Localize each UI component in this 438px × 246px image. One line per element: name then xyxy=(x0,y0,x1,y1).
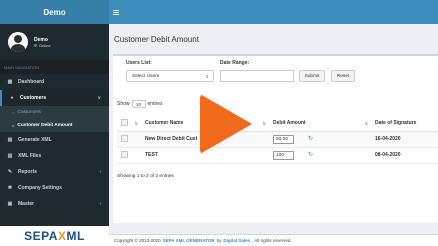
sidebar-item-generate-xml[interactable]: ▤ Generate XML xyxy=(0,132,109,148)
user-panel: Demo Online xyxy=(0,24,109,60)
entries-length: Show 10 entries xyxy=(117,100,163,108)
sidebar-item-label: Generate XML xyxy=(18,137,52,143)
master-icon: ▣ xyxy=(7,201,13,207)
select-all-checkbox[interactable] xyxy=(121,118,128,126)
sidebar-item-xml-files[interactable]: ▥ XML Files xyxy=(0,148,109,164)
refresh-icon[interactable]: ↻ xyxy=(308,152,313,158)
file-icon: ▤ xyxy=(7,137,13,143)
submit-button[interactable]: Submit xyxy=(299,70,325,82)
entries-select[interactable]: 10 xyxy=(131,100,146,108)
chevron-left-icon: ‹ xyxy=(99,169,101,175)
sidebar-item-label: Master xyxy=(18,201,35,207)
footer-link-digital-sales[interactable]: Digital Sales xyxy=(223,238,250,243)
circle-icon: ○ xyxy=(12,110,15,115)
col-debit-amount[interactable]: Debit Amount ⇅ xyxy=(269,116,371,132)
avatar xyxy=(8,32,28,52)
footer-link-sepa[interactable]: SEPA XML GENERATOR xyxy=(163,238,215,243)
logo-text-left: SEPA xyxy=(24,229,58,243)
top-navbar xyxy=(109,0,438,24)
logo-text-x: X xyxy=(57,229,67,243)
sidebar-item-label: XML Files xyxy=(18,153,42,159)
main-content: Customer Debit Amount Users List: Select… xyxy=(109,24,438,234)
sort-icon[interactable]: ⇅ xyxy=(365,121,368,126)
date-range-label: Date Range: xyxy=(220,60,250,66)
sidebar-subitem-label: Customer Debit Amount xyxy=(17,123,73,128)
page-title: Customer Debit Amount xyxy=(114,35,199,44)
footer-middle: by xyxy=(216,238,222,243)
show-suffix: entries xyxy=(147,101,163,107)
sort-icon[interactable]: ⇅ xyxy=(263,121,266,126)
circle-icon: ○ xyxy=(12,123,15,128)
date-range-input[interactable] xyxy=(220,70,294,82)
footer-prefix: Copyright © 2013-2020 xyxy=(114,238,161,243)
play-icon[interactable] xyxy=(200,94,252,154)
row-checkbox[interactable] xyxy=(121,134,128,142)
sepa-xml-logo: SEPA X ML xyxy=(0,226,109,246)
dashboard-icon: ▦ xyxy=(7,79,13,85)
debit-amount-input[interactable]: 100 xyxy=(273,150,294,160)
sidebar-item-dashboard[interactable]: ▦ Dashboard xyxy=(0,74,109,90)
users-select[interactable]: Select Users ⇕ xyxy=(126,70,214,82)
hamburger-menu-icon[interactable] xyxy=(113,9,119,15)
brand-title[interactable]: Demo xyxy=(0,0,109,24)
users-list-label: Users List: xyxy=(126,60,152,66)
debit-table: ⇅ Customer Name ⇅ Debit Amount ⇅ Date of S… xyxy=(117,116,438,164)
files-icon: ▥ xyxy=(7,153,13,159)
user-status: Online xyxy=(34,43,51,48)
select-all-header: ⇅ xyxy=(117,116,141,132)
user-status-text: Online xyxy=(39,42,51,48)
users-select-value: Select Users xyxy=(132,73,160,79)
date-of-signature: 08-04-2020 xyxy=(371,147,438,164)
table-info: Showing 1 to 2 of 2 entries xyxy=(117,174,174,179)
sidebar-subitem-label: Customers xyxy=(17,110,41,115)
footer-suffix: . All rights reserved. xyxy=(252,238,292,243)
table-row[interactable]: TEST 100 ↻ 08-04-2020 xyxy=(117,147,438,164)
sort-icon[interactable]: ⇅ xyxy=(135,121,138,126)
sidebar-item-label: Customers xyxy=(20,95,47,101)
debit-amount-input[interactable]: 50.00 xyxy=(273,134,294,144)
sidebar-subitem-customer-debit-amount[interactable]: ○ Customer Debit Amount xyxy=(0,119,109,132)
sidebar-submenu: ○ Customers ○ Customer Debit Amount xyxy=(0,106,109,132)
sidebar-subitem-customers[interactable]: ○ Customers xyxy=(0,106,109,119)
reset-button[interactable]: Reset xyxy=(331,70,355,82)
show-prefix: Show xyxy=(117,101,130,107)
sidebar-header: MAIN NAVIGATION xyxy=(0,60,109,74)
chevron-down-icon: ∨ xyxy=(97,95,101,101)
sidebar-item-label: Reports xyxy=(18,169,37,175)
row-checkbox[interactable] xyxy=(121,150,128,158)
col-date-of-signature[interactable]: Date of Signature xyxy=(371,116,438,132)
sidebar-item-label: Dashboard xyxy=(18,79,45,85)
online-dot-icon xyxy=(34,43,37,47)
table-row[interactable]: New Direct Debit Cust 50.00 ↻ 16-04-2020 xyxy=(117,131,438,148)
logo-text-right: ML xyxy=(66,229,85,243)
users-icon: ● xyxy=(10,95,14,101)
footer: Copyright © 2013-2020 SEPA XML GENERATOR… xyxy=(109,234,438,246)
sidebar-item-customers[interactable]: ● Customers ∨ xyxy=(0,90,109,106)
content-box: Users List: Select Users ⇕ Date Range: S… xyxy=(113,54,438,223)
sidebar-item-label: Company Settings xyxy=(18,185,62,191)
chevron-left-icon: ‹ xyxy=(99,201,101,207)
reports-icon: ✎ xyxy=(7,169,13,175)
sidebar-item-master[interactable]: ▣ Master ‹ xyxy=(0,196,109,212)
select-arrows-icon: ⇕ xyxy=(205,73,209,79)
date-of-signature: 16-04-2020 xyxy=(371,131,438,148)
settings-icon: ✱ xyxy=(7,185,13,191)
sidebar-item-company-settings[interactable]: ✱ Company Settings xyxy=(0,180,109,196)
sidebar: Demo Demo Online MAIN NAVIGATION ▦ Dashb… xyxy=(0,0,109,246)
refresh-icon[interactable]: ↻ xyxy=(308,136,313,142)
sidebar-item-reports[interactable]: ✎ Reports ‹ xyxy=(0,164,109,180)
